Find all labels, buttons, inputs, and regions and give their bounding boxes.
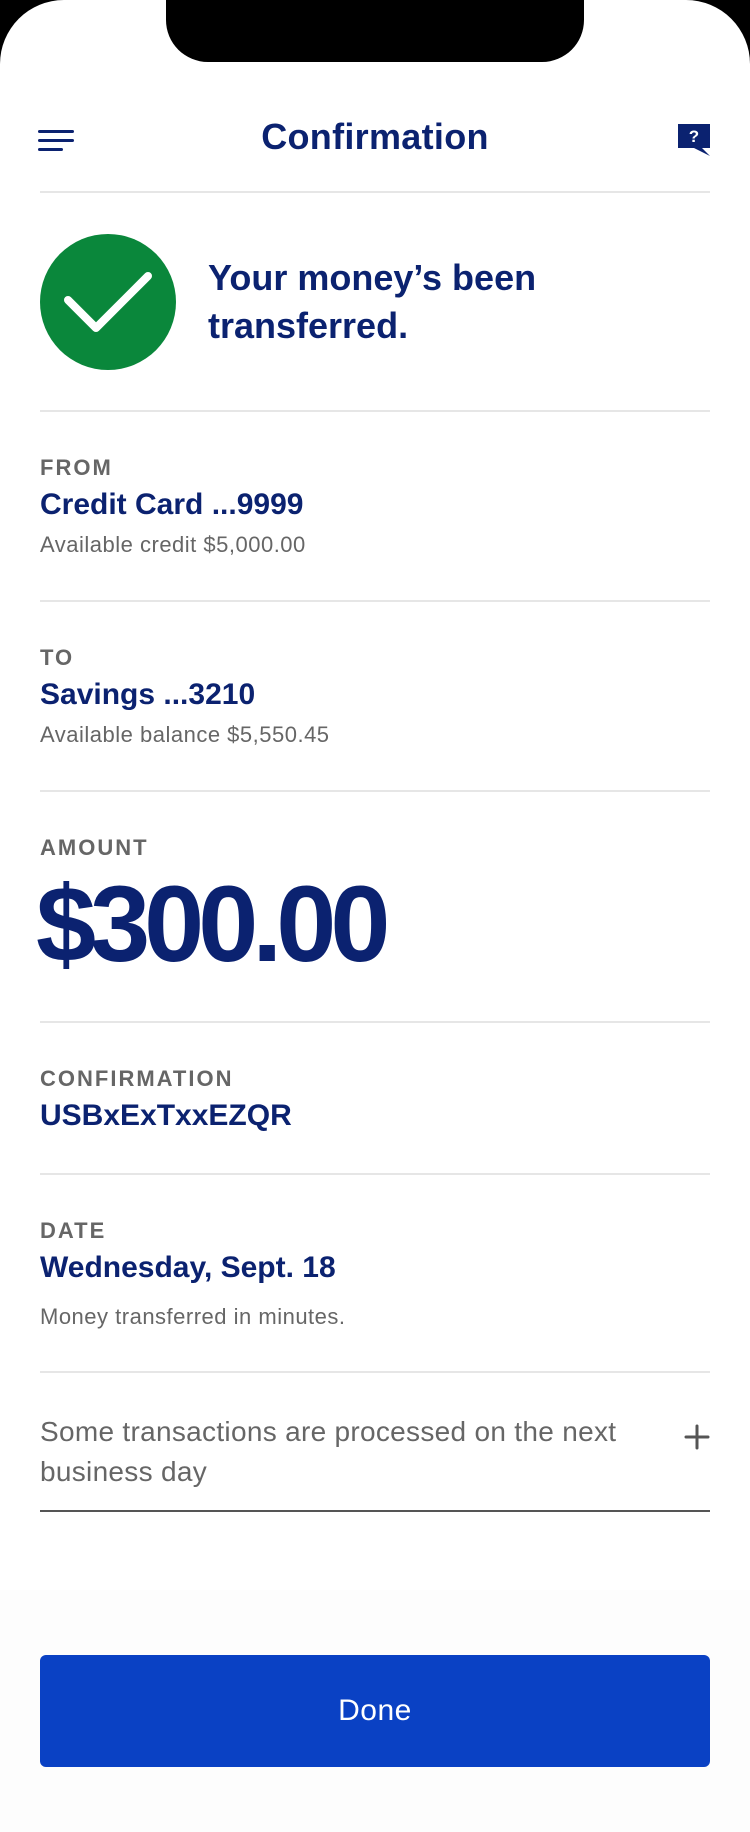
divider	[40, 1371, 710, 1373]
divider	[40, 410, 710, 412]
top-nav-bar: Confirmation ?	[0, 100, 750, 192]
divider	[40, 1021, 710, 1023]
accordion-underline	[40, 1510, 710, 1512]
from-account: Credit Card ...9999	[40, 488, 304, 521]
to-available-balance: Available balance $5,550.45	[40, 722, 330, 747]
transfer-timing-note: Money transferred in minutes.	[40, 1304, 346, 1329]
confirmation-number: USBxExTxxEZQR	[40, 1099, 292, 1132]
device-notch	[166, 0, 584, 62]
help-glyph: ?	[689, 127, 699, 146]
to-label: TO	[40, 645, 75, 670]
confirmation-label: CONFIRMATION	[40, 1066, 234, 1091]
to-account: Savings ...3210	[40, 678, 256, 711]
success-message: Your money’s been transferred.	[208, 257, 537, 346]
business-day-disclosure[interactable]: Some transactions are processed on the n…	[40, 1412, 710, 1512]
transfer-date: Wednesday, Sept. 18	[40, 1251, 336, 1284]
amount-value: $300.00	[36, 863, 390, 984]
divider	[40, 600, 710, 602]
date-label: DATE	[40, 1218, 107, 1243]
divider	[40, 191, 710, 193]
from-available-credit: Available credit $5,000.00	[40, 532, 306, 557]
from-label: FROM	[40, 455, 113, 480]
disclosure-text: Some transactions are processed on the n…	[40, 1416, 617, 1487]
plus-icon[interactable]	[684, 1424, 710, 1450]
chat-help-icon[interactable]: ?	[676, 122, 712, 158]
page-title: Confirmation	[261, 116, 489, 157]
phone-screen: Confirmation ? Your money’s been transfe…	[0, 0, 750, 1832]
amount-label: AMOUNT	[40, 835, 149, 860]
divider	[40, 1173, 710, 1175]
done-button[interactable]: Done	[40, 1655, 710, 1767]
divider	[40, 790, 710, 792]
checkmark-circle-icon	[40, 234, 176, 370]
